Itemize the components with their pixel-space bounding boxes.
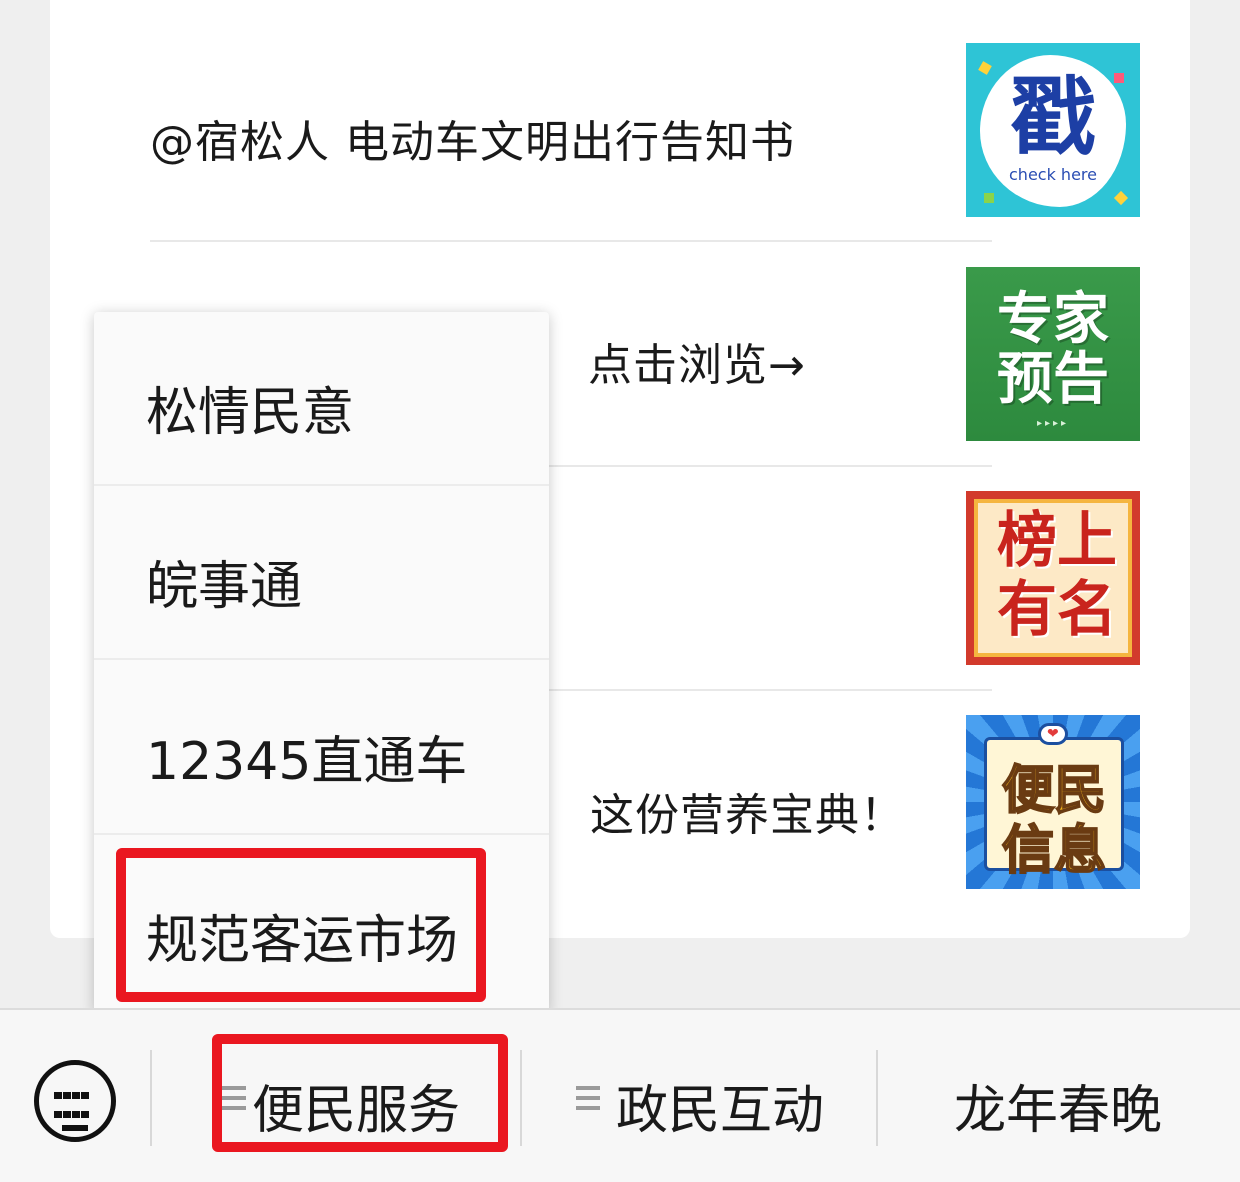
thumbnail-subtext: check here [1009, 165, 1097, 184]
article-thumbnail-honor-list[interactable]: 榜上 有名 [966, 491, 1140, 665]
menu-item-wanshitong[interactable]: 皖事通 [94, 486, 549, 660]
thumbnail-line: 便民 [1001, 760, 1107, 822]
tab-gov-interaction[interactable]: 政民互动 [616, 1068, 824, 1143]
thumbnail-line: 有名 [997, 575, 1117, 645]
thumbnail-line: 预告 [997, 346, 1109, 413]
menu-item-label: 12345直通车 [146, 732, 468, 792]
article-thumbnail-check-here[interactable]: 戳 check here [966, 43, 1140, 217]
menu-lines-icon [576, 1086, 600, 1116]
tab-public-service[interactable]: 便民服务 [252, 1068, 460, 1143]
article-title[interactable]: 点击浏览→ [588, 329, 806, 393]
divider [876, 1050, 878, 1146]
thumbnail-frame: 榜上 有名 [974, 499, 1132, 657]
thumbnail-board: 便民 信息 [984, 737, 1124, 882]
article-title[interactable]: 这份营养宝典！ [590, 779, 905, 843]
menu-item-label: 规范客运市场 [146, 911, 459, 971]
menu-lines-icon [222, 1086, 246, 1116]
thumbnail-headline: 榜上 有名 [978, 507, 1136, 645]
thumbnail-line: 专家 [997, 286, 1109, 352]
article-item[interactable]: @宿松人 电动车文明出行告知书 [150, 18, 992, 242]
menu-item-12345[interactable]: 12345直通车 [94, 661, 549, 835]
thumbnail-headline: 戳 [1010, 68, 1096, 168]
submenu-popup: 松情民意 皖事通 12345直通车 规范客运市场 [94, 312, 549, 1012]
thumbnail-line: 榜上 [997, 506, 1117, 576]
thumbnail-headline: 专家 预告 [966, 289, 1140, 410]
menu-item-label: 皖事通 [146, 557, 303, 617]
divider [520, 1050, 522, 1146]
thumbnail-line: 信息 [1001, 820, 1107, 882]
thumbnail-headline: 便民 信息 [987, 760, 1121, 882]
tab-spring-gala[interactable]: 龙年春晚 [954, 1068, 1162, 1143]
divider [150, 1050, 152, 1146]
article-thumbnail-public-info[interactable]: 便民 信息 ❤ [966, 715, 1140, 889]
bottom-menu-bar: 便民服务 政民互动 龙年春晚 [0, 1008, 1240, 1182]
article-title[interactable]: @宿松人 电动车文明出行告知书 [150, 106, 795, 170]
keyboard-icon[interactable] [34, 1060, 116, 1142]
menu-item-passenger-market[interactable]: 规范客运市场 [94, 836, 549, 1010]
menu-item-label: 松情民意 [146, 383, 355, 443]
menu-item-opinion[interactable]: 松情民意 [94, 312, 549, 486]
heart-icon: ❤ [1038, 723, 1068, 745]
article-thumbnail-expert-preview[interactable]: 专家 预告 ▸▸▸▸ [966, 267, 1140, 441]
arrows-icon: ▸▸▸▸ [1036, 418, 1070, 429]
